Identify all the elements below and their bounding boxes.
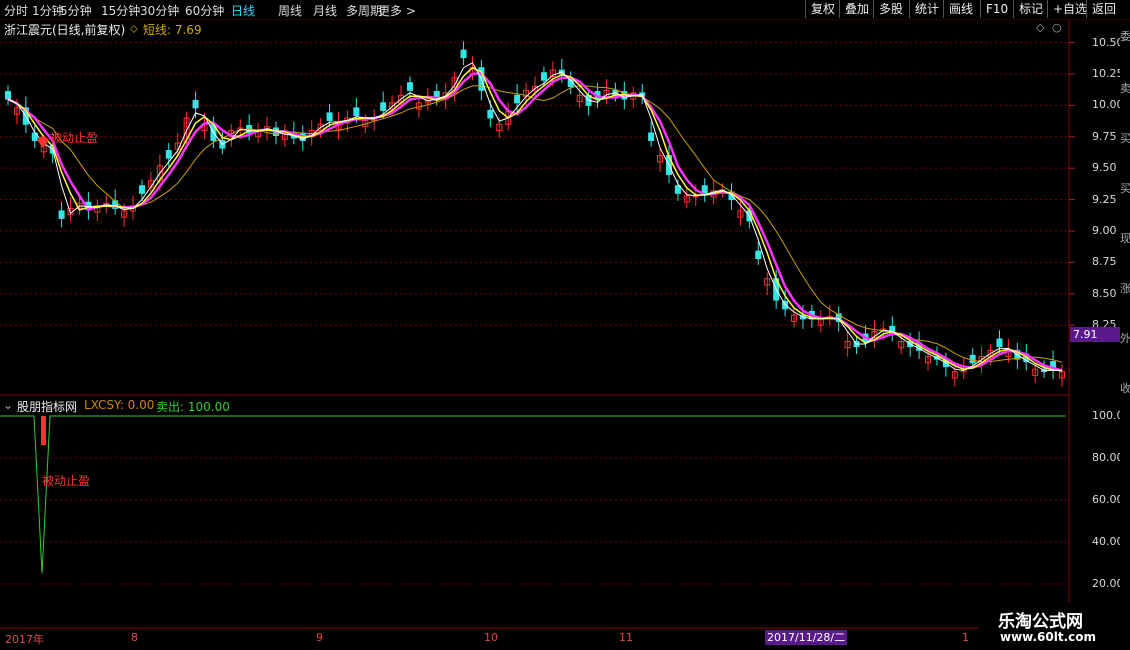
price-tick: 9.75	[1092, 129, 1117, 143]
indicator-annotation: 被动止盈	[42, 474, 91, 488]
candle-body	[380, 102, 387, 111]
candle-body	[487, 109, 494, 119]
candle-body	[755, 250, 762, 260]
indicator-tick: 100.0	[1092, 409, 1124, 422]
watermark-title: 乐淘公式网	[998, 612, 1083, 632]
ma-thin-line	[7, 85, 1063, 363]
date-label: 9	[316, 631, 323, 644]
candle-body	[996, 338, 1003, 348]
stop-marker-icon	[37, 136, 49, 148]
date-label: 8	[131, 631, 138, 644]
candle-body	[514, 94, 521, 104]
candle-body	[460, 49, 467, 59]
price-tick: 9.50	[1092, 161, 1117, 175]
last-price-flag: 7.91	[1070, 327, 1120, 342]
chart-canvas	[0, 20, 1130, 629]
side-glyph: 收	[1120, 382, 1130, 395]
side-glyph: 委	[1120, 30, 1130, 43]
price-tick: 10.25	[1092, 66, 1124, 80]
candle-body	[165, 150, 172, 159]
indicator-tick: 80.00	[1092, 451, 1124, 464]
indicator-tick: 40.00	[1092, 535, 1124, 548]
price-tick: 8.50	[1092, 286, 1117, 300]
candle-body	[406, 82, 413, 91]
date-label: 11	[619, 631, 633, 644]
candle-body	[674, 185, 681, 194]
side-glyph: 卖	[1120, 82, 1130, 95]
price-tick: 9.00	[1092, 223, 1117, 237]
indicator-tick: 60.00	[1092, 493, 1124, 506]
price-tick: 10.00	[1092, 98, 1124, 112]
date-cursor: 2017/11/28/二	[765, 630, 848, 645]
candle-body	[648, 132, 655, 142]
price-tick: 9.25	[1092, 192, 1117, 206]
watermark-url: www.60lt.com	[1000, 630, 1097, 644]
watermark: 乐淘公式网 www.60lt.com	[978, 602, 1130, 650]
signal-bar	[41, 416, 46, 445]
main-annotation: 被动止盈	[50, 131, 99, 145]
side-glyph: 现	[1120, 232, 1130, 245]
side-glyph: 外	[1120, 332, 1130, 345]
date-label: 1	[962, 631, 969, 644]
candle-body	[701, 185, 708, 194]
side-glyph: 买	[1120, 132, 1130, 145]
date-label: 2017年	[5, 633, 44, 646]
candle-body	[326, 112, 333, 121]
candle-body	[540, 72, 547, 81]
ma-white-line	[7, 62, 1062, 371]
date-label: 10	[484, 631, 498, 644]
indicator-tick: 20.00	[1092, 577, 1124, 590]
candle-body	[58, 210, 65, 219]
candle-body	[353, 107, 360, 116]
price-tick: 10.50	[1092, 35, 1124, 49]
side-glyph: 买	[1120, 182, 1130, 195]
ma-magenta-line	[7, 72, 1063, 372]
price-tick: 8.75	[1092, 255, 1117, 269]
sell-line	[0, 415, 1066, 574]
candle-body	[138, 185, 145, 194]
side-glyph: 涨	[1120, 282, 1130, 295]
candle-body	[192, 99, 199, 109]
candle-body	[969, 354, 976, 364]
side-panel[interactable]: 委 卖 买 买 现 涨 外 收	[1120, 20, 1130, 630]
candle-body	[5, 91, 11, 100]
